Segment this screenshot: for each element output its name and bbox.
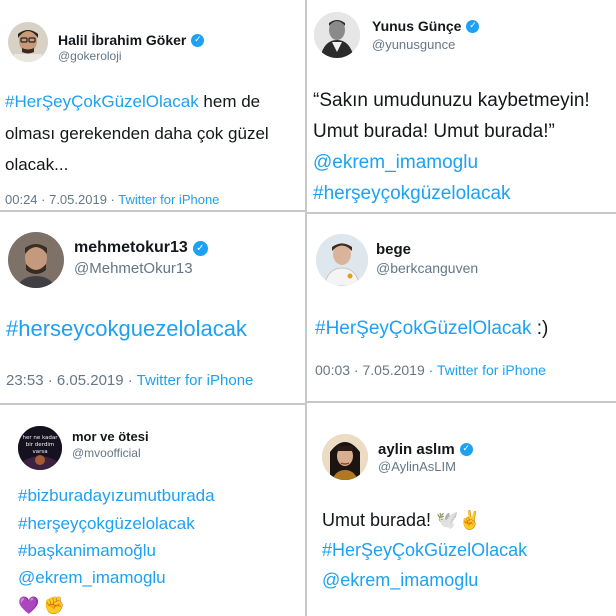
avatar[interactable] — [316, 234, 368, 286]
display-name[interactable]: Halil İbrahim Göker — [58, 32, 186, 48]
display-name[interactable]: mehmetokur13 — [74, 239, 188, 257]
hashtag-link[interactable]: #HerŞeyÇokGüzelOlacak — [315, 318, 531, 339]
tweet-text-line: Umut burada! 🕊️✌️ — [322, 510, 481, 530]
tweet-timestamp: 00:24 · 7.05.2019 · — [5, 192, 119, 206]
avatar[interactable] — [8, 22, 48, 62]
tweet-card-yunusgunce[interactable]: Yunus Günçe ✓ @yunusgunce “Sakın umudunu… — [306, 0, 616, 214]
tweet-text-line: #HerŞeyÇokGüzelOlacak hem de — [5, 92, 261, 111]
avatar[interactable]: her ne kadar bir derdim varsa — [18, 426, 62, 470]
user-handle[interactable]: @gokeroloji — [58, 49, 122, 63]
tile-divider-right-2 — [307, 401, 616, 403]
display-name[interactable]: aylin aslım — [378, 441, 455, 458]
tweet-text-line: Umut burada! Umut burada!” — [313, 121, 555, 142]
tweet-timestamp: 23:53 · 6.05.2019 · — [6, 372, 137, 389]
tweet-source-link[interactable]: Twitter for iPhone — [137, 372, 254, 389]
hashtag-link[interactable]: #başkanimamoğlu — [18, 541, 156, 561]
mention-link[interactable]: @ekrem_imamoglu — [18, 568, 166, 588]
user-handle[interactable]: @mvoofficial — [72, 446, 141, 460]
tweet-source-link[interactable]: Twitter for iPhone — [437, 362, 546, 378]
tweet-meta: 00:03 · 7.05.2019 · Twitter for iPhone — [315, 362, 546, 378]
tweet-card-gokeroloji[interactable]: Halil İbrahim Göker ✓ @gokeroloji #HerŞe… — [0, 0, 306, 206]
hashtag-link[interactable]: #HerŞeyÇokGüzelOlacak — [322, 540, 527, 561]
tweet-text-line: “Sakın umudunuzu kaybetmeyin! — [313, 90, 590, 111]
avatar-caption-text: her ne kadar — [22, 435, 58, 441]
tile-divider-vertical — [305, 0, 307, 616]
avatar[interactable] — [8, 232, 64, 288]
svg-text:bir derdim: bir derdim — [26, 442, 54, 448]
hashtag-link[interactable]: #herşeyçokgüzelolacak — [313, 183, 511, 205]
mention-link[interactable]: @ekrem_imamoglu — [322, 570, 478, 591]
user-handle[interactable]: @MehmetOkur13 — [74, 260, 193, 277]
display-name[interactable]: mor ve ötesi — [72, 429, 149, 444]
svg-text:varsa: varsa — [32, 449, 47, 455]
emoji-line: 💜 ✊ — [18, 596, 66, 615]
tile-divider-left-1 — [0, 210, 306, 212]
tweet-meta: 00:24 · 7.05.2019 · Twitter for iPhone — [5, 192, 219, 206]
user-handle[interactable]: @berkcanguven — [376, 260, 478, 276]
hashtag-link[interactable]: #herşeyçokgüzelolacak — [18, 514, 195, 534]
avatar[interactable] — [314, 12, 360, 58]
display-name[interactable]: Yunus Günçe — [372, 18, 461, 34]
hashtag-link[interactable]: #herseycokguezelolacak — [6, 316, 247, 342]
display-name[interactable]: bege — [376, 241, 411, 258]
tweet-source-link[interactable]: Twitter for iPhone — [118, 192, 219, 206]
tweet-text-line: olacak... — [5, 155, 69, 174]
tweet-card-aylinaslim[interactable]: aylin aslım ✓ @AylinAsLIM Umut burada! 🕊… — [306, 404, 616, 616]
mention-link[interactable]: @ekrem_imamoglu — [313, 152, 478, 174]
tile-divider-left-2 — [0, 403, 306, 405]
verified-badge-icon: ✓ — [459, 442, 473, 456]
user-handle[interactable]: @yunusgunce — [372, 37, 455, 52]
verified-badge-icon: ✓ — [466, 19, 480, 33]
tweet-text-line: olması gerekenden daha çok güzel — [5, 124, 269, 143]
tweet-text-line: #HerŞeyÇokGüzelOlacak :) — [315, 318, 549, 339]
verified-badge-icon: ✓ — [192, 240, 208, 256]
user-handle[interactable]: @AylinAsLIM — [378, 459, 456, 474]
tweet-card-mvoofficial[interactable]: her ne kadar bir derdim varsa mor ve öte… — [0, 406, 306, 616]
avatar[interactable] — [322, 434, 368, 480]
tile-divider-right-1 — [307, 212, 616, 214]
tweet-card-berkcanguven[interactable]: bege @berkcanguven #HerŞeyÇokGüzelOlacak… — [306, 214, 616, 400]
verified-badge-icon: ✓ — [191, 33, 205, 47]
hashtag-link[interactable]: #bizburadayızumutburada — [18, 486, 215, 506]
tweet-meta: 23:53 · 6.05.2019 · Twitter for iPhone — [6, 372, 253, 389]
tweet-timestamp: 00:03 · 7.05.2019 · — [315, 362, 437, 378]
tweet-card-mehmetokur13[interactable]: mehmetokur13 ✓ @MehmetOkur13 #herseycokg… — [0, 212, 306, 402]
hashtag-link[interactable]: #HerŞeyÇokGüzelOlacak — [5, 92, 199, 111]
